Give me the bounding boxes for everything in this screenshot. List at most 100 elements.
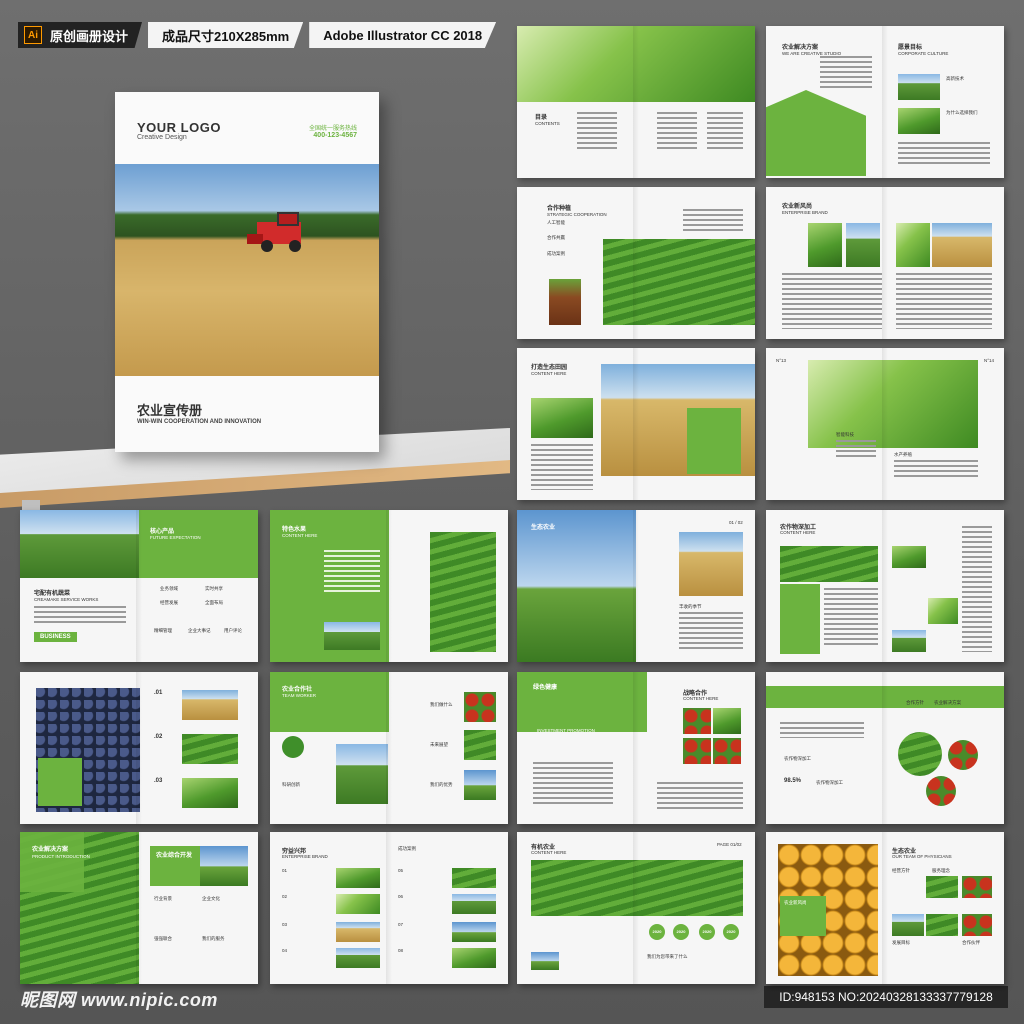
spread-eco-garden: 打造生态田园 CONTENT HERE: [517, 348, 755, 500]
photo-6: [452, 894, 496, 914]
right-subtitle: CONTENT HERE: [683, 696, 719, 701]
photo-2: [336, 894, 380, 914]
field-photo: [780, 546, 878, 582]
tomato-circle-photo: [948, 740, 978, 770]
wheat-closeup-photo: [808, 360, 978, 448]
spread-solutions: 农业解决方案 WE ARE CREATIVE STUDIO 愿景目标 CORPO…: [766, 26, 1004, 178]
green-panel: [38, 758, 82, 806]
cover-hotline-label: 全国统一服务热线: [308, 126, 357, 132]
hay-bale-photo: [679, 532, 743, 596]
spread-organic: 有机农业 CONTENT HERE PAGE 01/02 2020 2020 2…: [517, 832, 755, 984]
spread-subtitle: CONTENT HERE: [780, 530, 816, 535]
text-lines: [657, 782, 743, 812]
text-lines: [683, 209, 743, 233]
list-number: 05: [398, 868, 404, 873]
green-panel: [687, 408, 741, 474]
spread-title: 合作种植: [547, 206, 572, 212]
spread-blueberry: .01 .02 .03: [20, 672, 258, 824]
right-subtitle: FUTURE EXPECTATION: [150, 535, 201, 540]
harvest-photo: [846, 223, 880, 267]
tomato-photo: [962, 876, 992, 898]
spread-title: 目录: [535, 115, 548, 121]
original-design-label: 原创画册设计: [50, 28, 129, 44]
page-number: N°14: [984, 358, 995, 363]
spread-contents: 目录 CONTENTS: [517, 26, 755, 178]
image-id-bar: ID:948153 NO:20240328133337779128: [764, 986, 1008, 1008]
right-title: 农业综合开发: [156, 853, 193, 859]
spread-title: 农业合作社: [282, 687, 313, 693]
text-lines: [894, 460, 978, 480]
cover-subtitle: WIN-WIN COOPERATION AND INNOVATION: [137, 419, 262, 425]
spread-cooperation: 合作种植 STRATEGIC COOPERATION 人工智能 合作共赢 成功案…: [517, 187, 755, 339]
business-badge: BUSINESS: [34, 632, 77, 642]
spread-subtitle: CONTENT HERE: [282, 533, 318, 538]
spread-subtitle: CONTENT HERE: [531, 850, 567, 855]
spread-subtitle: CONTENT HERE: [531, 371, 567, 376]
brochure-cover: YOUR LOGO Creative Design 全国统一服务热线 400-1…: [115, 92, 379, 452]
spread-organic-veg: 核心产品 FUTURE EXPECTATION 宅配有机蔬菜 CREAMAKE …: [20, 510, 258, 662]
green-panel: [780, 584, 820, 654]
terrace-photo: [182, 734, 238, 764]
item-label: 经营发展: [160, 600, 178, 605]
item-label: 人工智能: [547, 220, 565, 225]
icon-circle: [282, 736, 304, 758]
text-lines: [707, 112, 743, 152]
software-label: Adobe Illustrator CC 2018: [323, 27, 483, 43]
cover-logo-sub: Creative Design: [137, 134, 187, 141]
year-badge: 2020: [723, 924, 739, 940]
top-banner: Ai 原创画册设计 成品尺寸210X285mm Adobe Illustrato…: [18, 22, 502, 48]
spread-processing: 农作物深加工 CONTENT HERE: [766, 510, 1004, 662]
text-lines: [531, 444, 593, 490]
illustrator-icon: Ai: [24, 26, 42, 44]
cover-photo-harvester: [115, 164, 379, 376]
spread-title: 农业解决方案: [32, 847, 69, 853]
item-label: 强强联合: [154, 936, 172, 941]
cover-title: 农业宣传册: [137, 403, 203, 418]
photo-8: [452, 948, 496, 968]
spread-solutions-2: 农业解决方案 PRODUCT INTRODUCTION 农业综合开发 行业背景 …: [20, 832, 258, 984]
list-number: .02: [154, 734, 163, 740]
item-label: 业务领域: [160, 586, 178, 591]
list-number: .03: [154, 778, 163, 784]
spread-title: 农业新风尚: [782, 204, 813, 210]
right-title: 核心产品: [150, 529, 175, 535]
stat-value: 98.5%: [784, 778, 802, 784]
text-lines: [896, 273, 992, 329]
text-lines: [533, 762, 613, 806]
spread-cooperative: 农业合作社 TEAM WORKER 科研创新 我们做什么 未来展望 我们的优势: [270, 672, 508, 824]
tractor-photo: [20, 510, 139, 578]
spread-title: 特色水果: [282, 527, 307, 533]
size-label: 成品尺寸210X285mm: [162, 28, 290, 44]
right-title: 愿景目标: [898, 45, 923, 51]
sunset-photo: [200, 846, 248, 886]
page-number: 01 / 02: [729, 520, 743, 525]
green-overlay: [20, 832, 84, 892]
spread-subtitle: TEAM WORKER: [282, 693, 317, 698]
vineyard-photo: [430, 532, 496, 652]
text-lines: [34, 606, 126, 626]
hill-photo: [926, 914, 958, 936]
item-label: 企业文化: [202, 896, 220, 901]
item-label: 经营方针: [892, 868, 910, 873]
spread-processing-2: 合作方针 农业解决方案 农作物深加工 98.5% 农作物深加工: [766, 672, 1004, 824]
fruit-photo: [683, 738, 711, 764]
item-label: 精细管理: [154, 628, 172, 633]
crop-photo: [892, 546, 926, 568]
original-design-tag: Ai 原创画册设计: [18, 22, 143, 48]
tomato-photo: [464, 692, 496, 722]
spread-subtitle: ENTERPRISE BRAND: [782, 210, 828, 215]
item-label: 智能科技: [836, 432, 854, 437]
photo-3: [336, 922, 380, 942]
item-label: 合作伙伴: [962, 940, 980, 945]
item-label: 行业背景: [154, 896, 172, 901]
item-label: 成功案例: [547, 251, 565, 256]
text-lines: [780, 722, 864, 738]
page-number: N°13: [776, 358, 787, 363]
spread-green-health: 绿色健康 INVESTMENT PROMOTION 战略合作 CONTENT H…: [517, 672, 755, 824]
green-band: [766, 686, 1004, 708]
item-label: 合作方针: [906, 700, 924, 705]
spread-subtitle: PRODUCT INTRODUCTION: [32, 854, 90, 859]
small-photo: [531, 952, 559, 970]
landscape-photo: [324, 622, 380, 650]
wheat-photo: [932, 223, 992, 267]
